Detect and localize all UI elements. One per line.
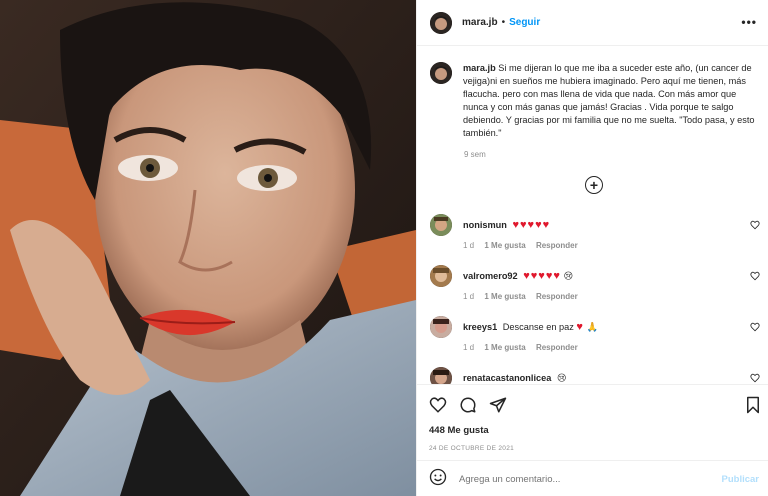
comment-age[interactable]: 1 d bbox=[463, 241, 474, 250]
username-link[interactable]: mara.jb bbox=[462, 17, 498, 28]
caption-timestamp[interactable]: 9 sem bbox=[464, 150, 486, 159]
publish-button[interactable]: Publicar bbox=[722, 474, 760, 485]
plus-circle-icon[interactable]: + bbox=[585, 176, 603, 194]
comment-input[interactable] bbox=[459, 473, 699, 485]
comment-meta: 1 d 1 Me gusta Responder bbox=[463, 343, 760, 352]
comment-age[interactable]: 1 d bbox=[463, 292, 474, 301]
comment-meta: 1 d 1 Me gusta Responder bbox=[463, 292, 760, 301]
comment-likes[interactable]: 1 Me gusta bbox=[484, 292, 525, 301]
avatar[interactable] bbox=[430, 316, 452, 338]
comment-likes[interactable]: 1 Me gusta bbox=[484, 343, 525, 352]
comment-meta: 1 d 1 Me gusta Responder bbox=[463, 241, 760, 250]
post-details-panel: mara.jb • Seguir ••• mara.jb Si me dijer… bbox=[416, 0, 768, 496]
comment-item: kreeys1 Descanse en paz ♥ 🙏 1 d 1 Me gus… bbox=[430, 316, 760, 352]
caption-text: mara.jb Si me dijeran lo que me iba a su… bbox=[463, 62, 759, 140]
reply-button[interactable]: Responder bbox=[536, 343, 578, 352]
avatar[interactable] bbox=[430, 11, 452, 34]
heart-icon: ♥ bbox=[576, 321, 584, 333]
comment-username[interactable]: renatacastanonlicea bbox=[463, 373, 551, 383]
bookmark-icon[interactable] bbox=[745, 396, 761, 419]
comment-likes[interactable]: 1 Me gusta bbox=[484, 241, 525, 250]
heart-icon[interactable] bbox=[429, 396, 447, 414]
heart-icon[interactable] bbox=[750, 322, 760, 332]
post-header: mara.jb • Seguir ••• bbox=[417, 0, 768, 46]
post-caption: mara.jb Si me dijeran lo que me iba a su… bbox=[430, 62, 760, 140]
comment-username[interactable]: nonismun bbox=[463, 220, 507, 230]
follow-button[interactable]: Seguir bbox=[509, 17, 540, 28]
heart-icon[interactable] bbox=[750, 271, 760, 281]
reply-button[interactable]: Responder bbox=[536, 241, 578, 250]
comment-item: nonismun ♥♥♥♥♥ 1 d 1 Me gusta Responder bbox=[430, 214, 760, 250]
heart-icon[interactable] bbox=[750, 373, 760, 383]
praying-hands-icon: 🙏 bbox=[586, 322, 598, 332]
comment-composer: Publicar bbox=[417, 460, 768, 496]
reply-button[interactable]: Responder bbox=[536, 292, 578, 301]
comment-text: ♥♥♥♥♥ bbox=[512, 219, 551, 231]
separator-dot: • bbox=[501, 17, 506, 28]
comment-username[interactable]: kreeys1 bbox=[463, 322, 497, 332]
comment-age[interactable]: 1 d bbox=[463, 343, 474, 352]
caption-username[interactable]: mara.jb bbox=[463, 63, 496, 73]
smiley-icon[interactable] bbox=[429, 468, 447, 491]
avatar[interactable] bbox=[430, 62, 452, 84]
paper-plane-icon[interactable] bbox=[489, 396, 507, 414]
post-date[interactable]: 24 DE OCTUBRE DE 2021 bbox=[429, 445, 514, 452]
comment-icon[interactable] bbox=[459, 396, 477, 414]
caption-body: Si me dijeran lo que me iba a suceder es… bbox=[463, 63, 755, 138]
heart-icon[interactable] bbox=[750, 220, 760, 230]
sad-face-icon: 😢 bbox=[556, 372, 567, 383]
comment-username[interactable]: valromero92 bbox=[463, 271, 518, 281]
post-photo[interactable] bbox=[0, 0, 416, 496]
likes-count[interactable]: 448 Me gusta bbox=[429, 425, 489, 436]
comment-text: ♥♥♥♥♥ bbox=[523, 270, 561, 282]
avatar[interactable] bbox=[430, 214, 452, 236]
avatar[interactable] bbox=[430, 265, 452, 287]
post-actions: 448 Me gusta 24 DE OCTUBRE DE 2021 Publi… bbox=[417, 384, 768, 496]
comment-text: Descanse en paz bbox=[502, 322, 574, 332]
comment-item: valromero92 ♥♥♥♥♥ 😢 1 d 1 Me gusta Respo… bbox=[430, 265, 760, 301]
sad-face-icon: 😢 bbox=[563, 271, 574, 281]
more-options-icon[interactable]: ••• bbox=[741, 15, 757, 29]
